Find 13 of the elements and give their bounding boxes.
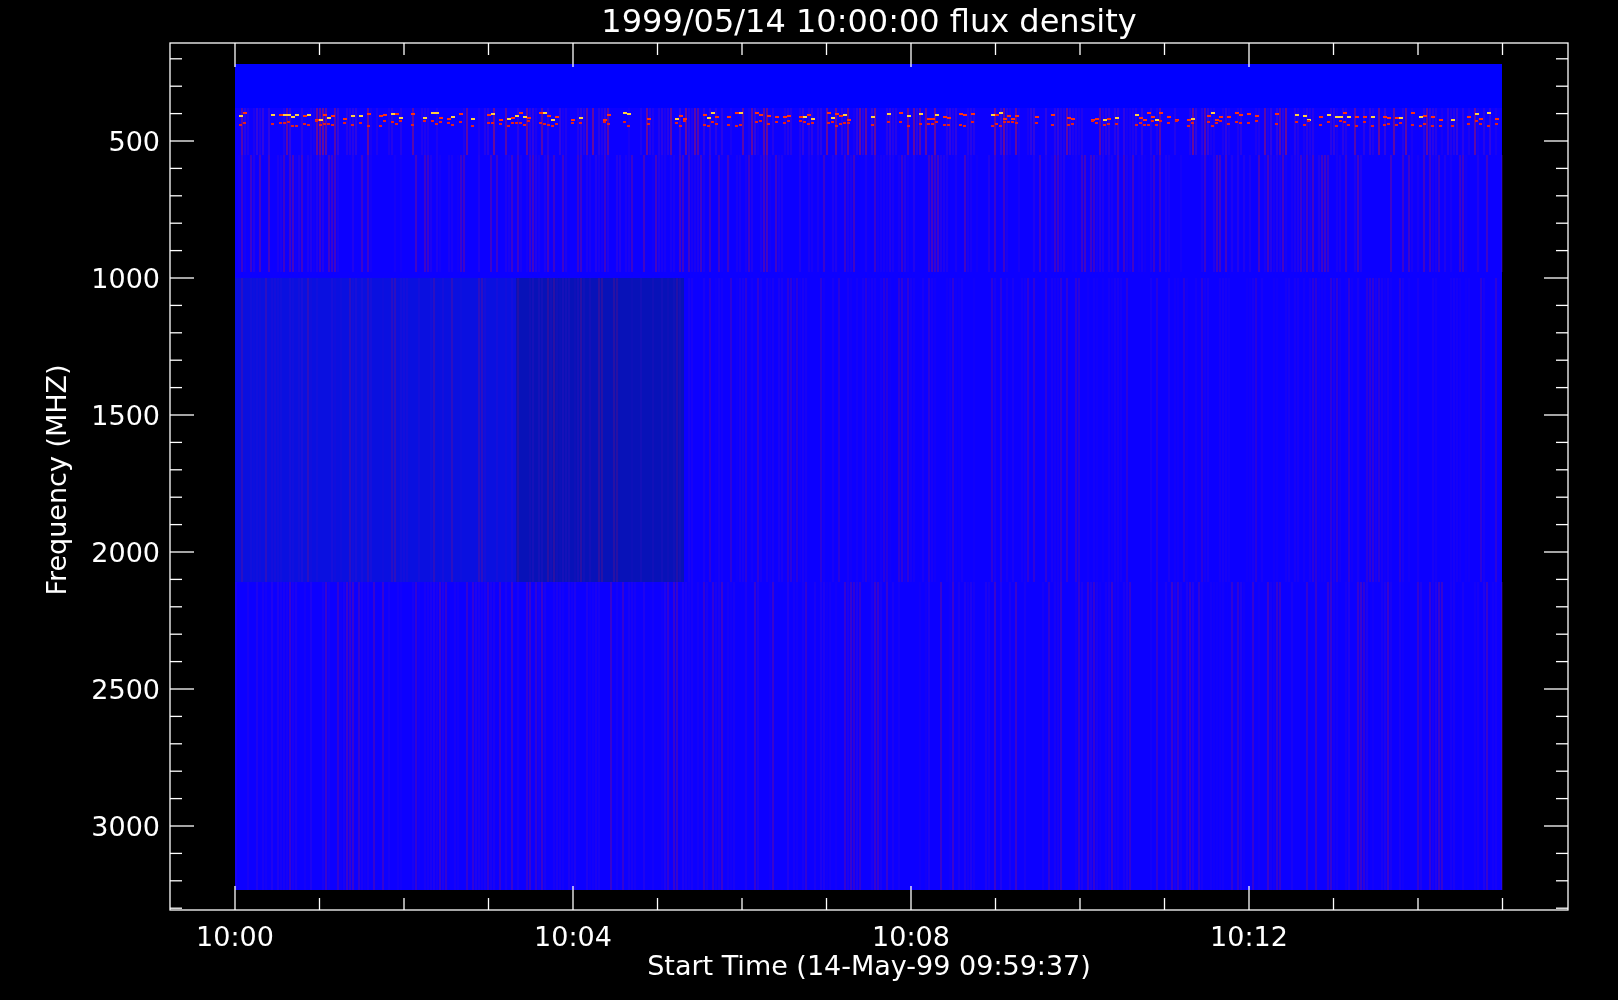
x-axis-label: Start Time (14-May-99 09:59:37) bbox=[647, 950, 1091, 981]
x-tick-label: 10:04 bbox=[534, 921, 612, 952]
plot-title: 1999/05/14 10:00:00 flux density bbox=[601, 2, 1137, 40]
y-tick-label: 1000 bbox=[91, 263, 160, 294]
x-tick-label: 10:12 bbox=[1210, 921, 1288, 952]
y-tick-label: 500 bbox=[108, 126, 160, 157]
y-tick-label: 2500 bbox=[91, 674, 160, 705]
y-tick-label: 1500 bbox=[91, 400, 160, 431]
y-axis-label: Frequency (MHZ) bbox=[41, 364, 72, 596]
x-tick-label: 10:00 bbox=[196, 921, 274, 952]
y-tick-label: 3000 bbox=[91, 811, 160, 842]
x-tick-label: 10:08 bbox=[872, 921, 950, 952]
y-tick-label: 2000 bbox=[91, 537, 160, 568]
